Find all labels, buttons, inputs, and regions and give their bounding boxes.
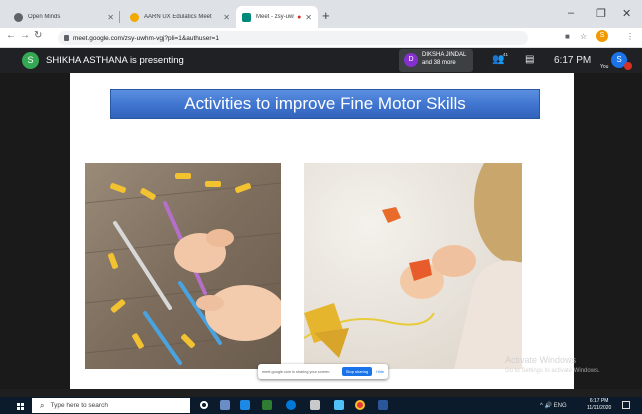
tab-meet[interactable]: Meet - zsy-uwhm-vgj ● ✕ — [236, 6, 318, 28]
photo-pasta-straws — [85, 163, 281, 369]
tab-aarn-meet[interactable]: AARN UX Edulatics Meet ✕ — [124, 6, 236, 28]
browser-tab-strip: Open Minds ✕ AARN UX Edulatics Meet ✕ Me… — [0, 0, 642, 28]
close-window-icon[interactable]: ✕ — [622, 7, 631, 20]
system-tray[interactable]: ^ 🔊 ENG — [540, 402, 567, 409]
notification-icon[interactable] — [622, 401, 630, 409]
mail-icon[interactable] — [240, 400, 250, 410]
chrome-icon[interactable] — [355, 400, 365, 410]
search-placeholder: Type here to search — [50, 402, 108, 409]
close-icon[interactable]: ✕ — [305, 13, 312, 22]
presenter-avatar: S — [22, 52, 39, 69]
word-icon[interactable] — [378, 400, 388, 410]
edge-icon[interactable] — [286, 400, 296, 410]
url-input[interactable]: meet.google.com/zsy-uwhm-vgj?pli=1&authu… — [58, 31, 528, 45]
tab-label: Meet - zsy-uwhm-vgj — [256, 14, 294, 20]
photo-child-threading — [304, 163, 522, 369]
meet-icon — [242, 12, 251, 22]
globe-icon — [14, 12, 23, 22]
meeting-clock: 6:17 PM — [554, 55, 592, 66]
participant-info: DIKSHA JINDAL and 38 more — [422, 51, 466, 67]
store-icon[interactable] — [262, 400, 272, 410]
hide-button[interactable]: Hide — [376, 370, 384, 374]
tab-open-minds[interactable]: Open Minds ✕ — [8, 6, 120, 28]
taskbar-time: 6:17 PM — [589, 398, 609, 404]
new-tab-button[interactable]: + — [322, 8, 330, 23]
participant-name: DIKSHA JINDAL — [422, 52, 467, 58]
favicon-icon — [130, 12, 139, 22]
activate-windows-subtitle: Go to Settings to activate Windows. — [505, 368, 600, 374]
taskbar-date: 11/11/2020 — [587, 405, 612, 411]
windows-start-icon[interactable] — [17, 403, 24, 410]
search-icon: ⌕ — [40, 400, 45, 410]
stop-sharing-button[interactable]: Stop sharing — [341, 367, 373, 376]
screen-share-bar: meet.google.com is sharing your screen. … — [258, 364, 388, 379]
tab-label: AARN UX Edulatics Meet — [144, 14, 212, 20]
cortana-icon[interactable] — [200, 401, 208, 409]
profile-avatar[interactable]: S — [596, 30, 608, 42]
taskbar-clock[interactable]: 6:17 PM 11/11/2020 — [587, 398, 611, 412]
close-icon[interactable]: ✕ — [223, 13, 230, 22]
you-label: You — [600, 64, 609, 70]
forward-icon[interactable]: → — [20, 30, 30, 41]
mic-muted-badge — [624, 62, 632, 70]
app-icon[interactable] — [334, 400, 344, 410]
taskbar-search-input[interactable]: ⌕ Type here to search — [32, 398, 190, 413]
menu-icon[interactable]: ⋮ — [626, 32, 634, 41]
camera-icon[interactable]: ■ — [565, 32, 570, 41]
activate-windows-title: Activate Windows — [505, 355, 577, 365]
minimize-icon[interactable]: – — [568, 7, 574, 19]
maximize-icon[interactable]: ❐ — [596, 7, 606, 20]
task-view-icon[interactable] — [220, 400, 230, 410]
back-icon[interactable]: ← — [6, 30, 16, 41]
presenting-label: SHIKHA ASTHANA is presenting — [46, 55, 184, 66]
chat-icon[interactable]: ▤ — [525, 54, 534, 65]
slide-title: Activities to improve Fine Motor Skills — [110, 89, 540, 119]
address-bar: ← → ↻ meet.google.com/zsy-uwhm-vgj?pli=1… — [0, 28, 642, 48]
share-bar-text: meet.google.com is sharing your screen. — [262, 369, 331, 374]
recording-dot-icon: ● — [297, 13, 302, 21]
tab-label: Open Minds — [28, 14, 61, 20]
lock-icon — [64, 35, 69, 41]
participant-avatar: D — [404, 53, 418, 67]
file-explorer-icon[interactable] — [310, 400, 320, 410]
reload-icon[interactable]: ↻ — [34, 30, 42, 41]
tab-divider — [119, 11, 120, 23]
bookmark-star-icon[interactable]: ☆ — [580, 32, 587, 41]
participant-more: and 38 more — [422, 60, 456, 66]
people-count: 41 — [503, 52, 509, 57]
url-text: meet.google.com/zsy-uwhm-vgj?pli=1&authu… — [73, 34, 219, 42]
close-icon[interactable]: ✕ — [107, 13, 114, 22]
